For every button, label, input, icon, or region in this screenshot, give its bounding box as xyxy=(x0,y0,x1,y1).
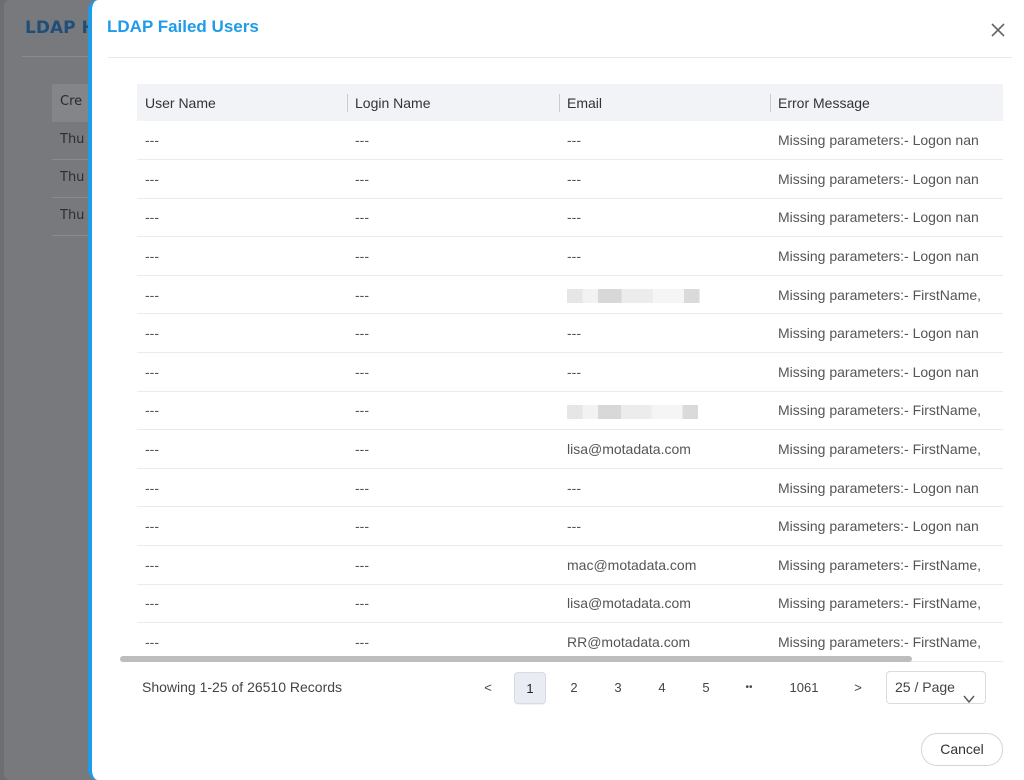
login-name-cell: --- xyxy=(347,159,559,199)
column-header-error-message[interactable]: Error Message xyxy=(770,84,1003,121)
email-cell: --- xyxy=(559,352,770,392)
modal-title: LDAP Failed Users xyxy=(107,17,259,36)
email-cell: --- xyxy=(559,313,770,354)
error-message-cell: Missing parameters:- FirstName, xyxy=(770,275,1003,315)
next-page-button[interactable]: > xyxy=(842,672,874,704)
error-message-cell: Missing parameters:- Logon nan xyxy=(770,159,1003,199)
page-size-value: 25 / Page xyxy=(895,679,955,695)
login-name-cell: --- xyxy=(347,236,559,276)
email-cell: --- xyxy=(559,159,770,199)
email-cell xyxy=(559,391,770,431)
table-row[interactable]: --- --- --- Missing parameters:- Logon nan xyxy=(137,159,1003,199)
prev-page-button[interactable]: < xyxy=(472,672,504,704)
error-message-cell: Missing parameters:- Logon nan xyxy=(770,313,1003,354)
user-name-cell: --- xyxy=(137,121,347,161)
email-cell: --- xyxy=(559,468,770,508)
error-message-cell: Missing parameters:- Logon nan xyxy=(770,121,1003,161)
error-message-cell: Missing parameters:- FirstName, xyxy=(770,391,1003,431)
column-header-user-name[interactable]: User Name xyxy=(137,84,347,121)
table-row[interactable]: --- --- lisa@motadata.com Missing parameter… xyxy=(137,584,1003,624)
user-name-cell: --- xyxy=(137,584,347,624)
failed-users-table: User Name Login Name Email Error Message… xyxy=(137,84,1003,662)
login-name-cell: --- xyxy=(347,198,559,238)
error-message-cell: Missing parameters:- Logon nan xyxy=(770,352,1003,392)
email-cell: --- xyxy=(559,506,770,547)
horizontal-scrollbar[interactable] xyxy=(120,656,912,662)
login-name-cell: --- xyxy=(347,391,559,431)
email-cell: lisa@motadata.com xyxy=(559,584,770,624)
user-name-cell: --- xyxy=(137,198,347,238)
error-message-cell: Missing parameters:- Logon nan xyxy=(770,506,1003,547)
table-row[interactable]: --- --- --- Missing parameters:- Logon nan xyxy=(137,506,1003,547)
user-name-cell: --- xyxy=(137,159,347,199)
table-row[interactable]: --- --- --- Missing parameters:- Logon nan xyxy=(137,198,1003,238)
user-name-cell: --- xyxy=(137,545,347,585)
table-row[interactable]: --- --- mac@motadata.com Missing parameters… xyxy=(137,545,1003,585)
user-name-cell: --- xyxy=(137,391,347,431)
page-button-1[interactable]: 1 xyxy=(514,672,546,704)
table-row[interactable]: --- --- --- Missing parameters:- Logon nan xyxy=(137,236,1003,276)
page-button-4[interactable]: 4 xyxy=(646,672,678,704)
user-name-cell: --- xyxy=(137,506,347,547)
email-cell: --- xyxy=(559,121,770,161)
column-header-email[interactable]: Email xyxy=(559,84,770,121)
login-name-cell: --- xyxy=(347,352,559,392)
table-row[interactable]: --- --- Missing parameters:- FirstName, xyxy=(137,391,1003,431)
email-cell: --- xyxy=(559,236,770,276)
table-header-row: User Name Login Name Email Error Message xyxy=(137,84,1003,121)
background-column-header: Cre xyxy=(60,94,83,109)
page-button-2[interactable]: 2 xyxy=(558,672,590,704)
error-message-cell: Missing parameters:- Logon nan xyxy=(770,236,1003,276)
redacted-email xyxy=(567,288,723,303)
error-message-cell: Missing parameters:- FirstName, xyxy=(770,545,1003,585)
login-name-cell: --- xyxy=(347,313,559,354)
user-name-cell: --- xyxy=(137,275,347,315)
email-cell: lisa@motadata.com xyxy=(559,429,770,469)
records-summary: Showing 1-25 of 26510 Records xyxy=(142,679,343,695)
error-message-cell: Missing parameters:- FirstName, xyxy=(770,429,1003,469)
email-cell xyxy=(559,275,770,315)
login-name-cell: --- xyxy=(347,121,559,161)
page-size-select[interactable]: 25 / Page xyxy=(886,671,986,704)
redacted-email xyxy=(567,404,721,419)
background-title: LDAP H xyxy=(25,18,96,38)
user-name-cell: --- xyxy=(137,313,347,354)
pagination-ellipsis[interactable]: •• xyxy=(733,672,765,704)
table-row[interactable]: --- --- Missing parameters:- FirstName, xyxy=(137,275,1003,315)
login-name-cell: --- xyxy=(347,506,559,547)
email-cell: mac@motadata.com xyxy=(559,545,770,585)
ldap-failed-users-modal: LDAP Failed Users User Name Login Name E… xyxy=(88,0,1024,780)
login-name-cell: --- xyxy=(347,468,559,508)
table-row[interactable]: --- --- --- Missing parameters:- Logon nan xyxy=(137,313,1003,354)
close-icon[interactable] xyxy=(988,20,1008,40)
error-message-cell: Missing parameters:- FirstName, xyxy=(770,584,1003,624)
header-divider xyxy=(108,57,1012,58)
user-name-cell: --- xyxy=(137,429,347,469)
table-row[interactable]: --- --- --- Missing parameters:- Logon nan xyxy=(137,121,1003,161)
email-cell: --- xyxy=(559,198,770,238)
error-message-cell: Missing parameters:- Logon nan xyxy=(770,198,1003,238)
table-row[interactable]: --- --- lisa@motadata.com Missing parameter… xyxy=(137,429,1003,469)
login-name-cell: --- xyxy=(347,584,559,624)
column-header-login-name[interactable]: Login Name xyxy=(347,84,559,121)
table-row[interactable]: --- --- --- Missing parameters:- Logon nan xyxy=(137,352,1003,392)
page-button-last[interactable]: 1061 xyxy=(782,672,826,704)
login-name-cell: --- xyxy=(347,275,559,315)
table-body: --- --- --- Missing parameters:- Logon nan -… xyxy=(137,121,1003,662)
chevron-down-icon xyxy=(963,683,975,714)
cancel-button[interactable]: Cancel xyxy=(921,733,1003,766)
error-message-cell: Missing parameters:- Logon nan xyxy=(770,468,1003,508)
user-name-cell: --- xyxy=(137,468,347,508)
page-button-5[interactable]: 5 xyxy=(690,672,722,704)
page-button-3[interactable]: 3 xyxy=(602,672,634,704)
user-name-cell: --- xyxy=(137,236,347,276)
table-row[interactable]: --- --- --- Missing parameters:- Logon nan xyxy=(137,468,1003,508)
user-name-cell: --- xyxy=(137,352,347,392)
login-name-cell: --- xyxy=(347,545,559,585)
login-name-cell: --- xyxy=(347,429,559,469)
